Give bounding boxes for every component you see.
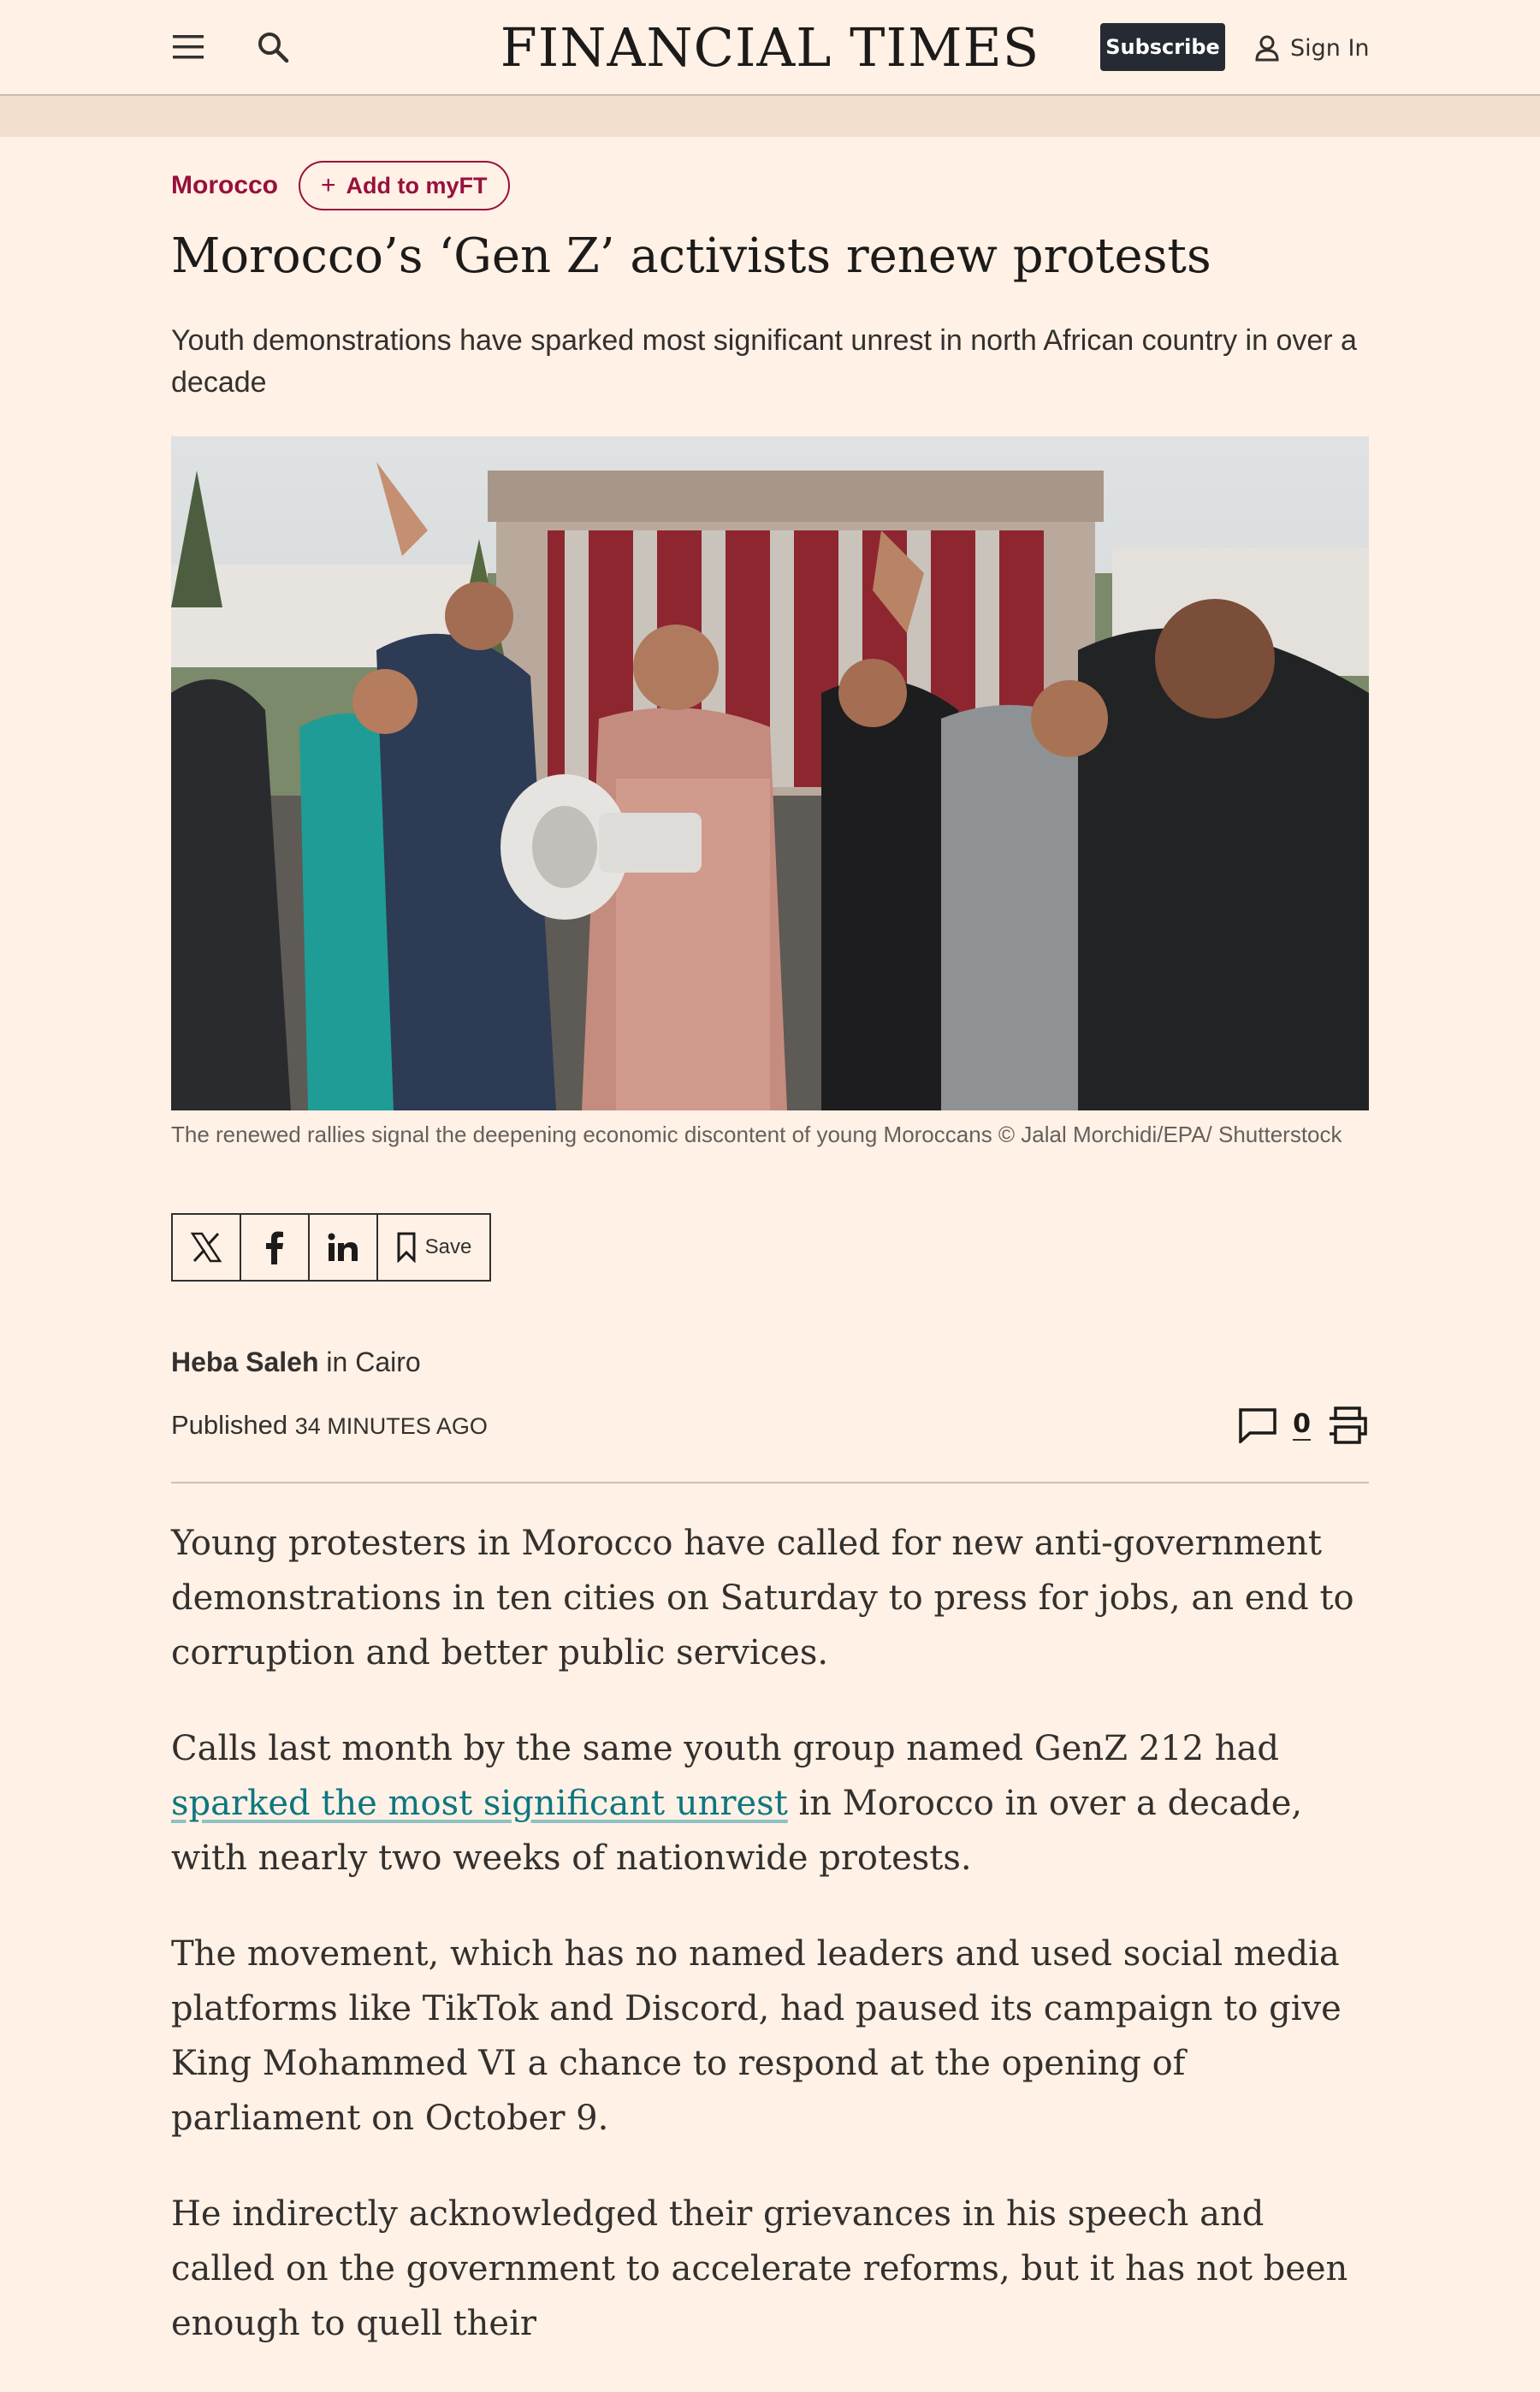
plus-icon: + [321,171,336,199]
paragraph-2: Calls last month by the same youth group… [171,1721,1369,1886]
add-to-myft-label: Add to myFT [346,172,488,198]
paragraph-1: Young protesters in Morocco have called … [171,1524,1354,1673]
site-header: FINANCIAL TIMES Subscribe Sign In [0,0,1540,96]
sign-in-label: Sign In [1290,34,1370,62]
article-tools: 0 [1238,1406,1369,1444]
comment-count[interactable]: 0 [1293,1410,1311,1441]
linkedin-icon [328,1233,358,1261]
facebook-icon [266,1231,283,1264]
subscribe-button[interactable]: Subscribe [1100,23,1225,71]
article-headline: Morocco’s ‘Gen Z’ activists renew protes… [171,228,1211,284]
user-icon [1255,35,1279,62]
share-toolbar: Save [171,1213,491,1282]
comment-icon[interactable] [1238,1407,1277,1443]
share-x-button[interactable] [173,1215,241,1280]
print-icon[interactable] [1326,1406,1369,1444]
paragraph-3: The movement, which has no named leaders… [171,1934,1342,2138]
author-link[interactable]: Heba Saleh [171,1347,319,1377]
byline: Heba Saleh in Cairo [171,1347,421,1378]
x-twitter-icon [190,1232,222,1263]
byline-divider [171,1482,1369,1483]
paragraph-2-text-a: Calls last month by the same youth group… [171,1729,1279,1768]
save-article-button[interactable]: Save [378,1215,489,1280]
ft-masthead-logo[interactable]: FINANCIAL TIMES [479,15,1061,80]
menu-icon[interactable] [167,26,210,68]
bookmark-icon [397,1232,416,1263]
unrest-story-link[interactable]: sparked the most significant unrest [171,1784,788,1823]
search-icon[interactable] [252,26,294,68]
byline-location: in Cairo [318,1347,421,1377]
article-standfirst: Youth demonstrations have sparked most s… [171,324,1357,399]
topic-tag-link[interactable]: Morocco [171,171,278,200]
image-caption: The renewed rallies signal the deepening… [171,1122,1342,1147]
add-to-myft-button[interactable]: + Add to myFT [299,161,510,210]
published-date: Published 34 minutes ago [171,1410,488,1441]
article-body: Young protesters in Morocco have called … [171,1516,1369,2392]
share-facebook-button[interactable] [241,1215,310,1280]
header-ad-strip [0,96,1540,137]
sign-in-link[interactable]: Sign In [1254,26,1370,70]
published-label: Published [171,1410,288,1440]
share-linkedin-button[interactable] [310,1215,378,1280]
save-label: Save [424,1235,472,1258]
topic-row: Morocco + Add to myFT [171,161,510,210]
paragraph-4: He indirectly acknowledged their grievan… [171,2194,1348,2343]
published-time: 34 minutes ago [294,1413,488,1439]
article-main-image [171,436,1369,1110]
